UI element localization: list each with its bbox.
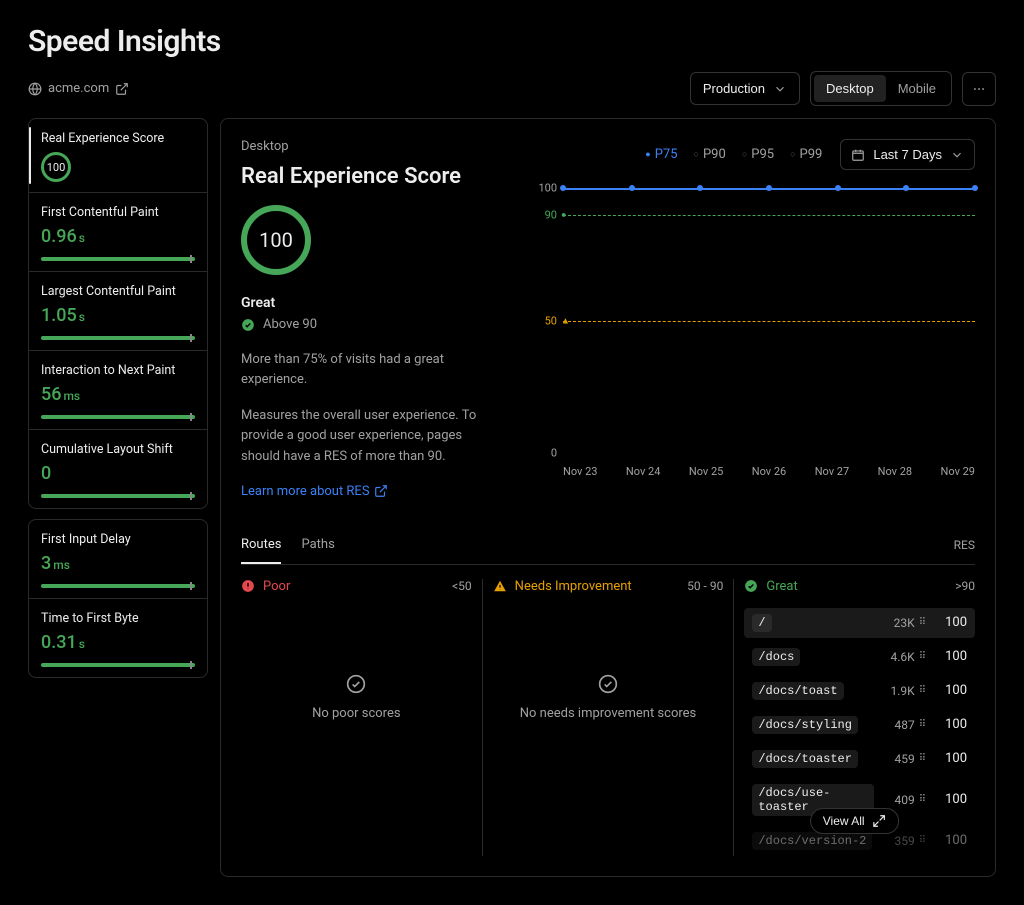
device-label: Desktop bbox=[241, 139, 501, 154]
sparkline-icon: ⠿ bbox=[919, 617, 927, 628]
check-circle-icon bbox=[744, 579, 758, 593]
route-score: 100 bbox=[937, 683, 967, 698]
route-score: 100 bbox=[937, 717, 967, 732]
ellipsis-icon bbox=[972, 82, 986, 96]
percentile-p75[interactable]: P75 bbox=[645, 147, 677, 162]
route-item[interactable]: /docs/toaster 459 ⠿ 100 bbox=[744, 744, 975, 774]
route-score: 100 bbox=[937, 833, 967, 848]
route-path: /docs bbox=[752, 648, 800, 666]
chart-x-axis: Nov 23 Nov 24 Nov 25 Nov 26 Nov 27 Nov 2… bbox=[563, 465, 975, 478]
device-segmented: Desktop Mobile bbox=[810, 71, 952, 106]
metric-bar bbox=[41, 494, 195, 498]
route-count: 409 ⠿ bbox=[894, 793, 927, 807]
route-count: 487 ⠿ bbox=[894, 718, 927, 732]
error-circle-icon bbox=[241, 579, 255, 593]
rating-label: Great bbox=[241, 295, 501, 311]
sparkline-icon: ⠿ bbox=[919, 651, 927, 662]
check-outline-icon bbox=[598, 674, 618, 694]
route-path: / bbox=[752, 614, 771, 632]
sidebar-card-inp[interactable]: Interaction to Next Paint 56ms bbox=[29, 350, 207, 429]
route-score: 100 bbox=[937, 792, 967, 807]
percentile-p95[interactable]: P95 bbox=[742, 147, 774, 162]
sidebar-card-res[interactable]: Real Experience Score 100 bbox=[29, 119, 207, 192]
res-chart: 100 90 50 0 ● ▲ bbox=[531, 188, 975, 478]
domain-text: acme.com bbox=[48, 81, 109, 96]
metric-bar bbox=[41, 336, 195, 340]
sidebar-card-cls[interactable]: Cumulative Layout Shift 0 bbox=[29, 429, 207, 508]
tab-routes[interactable]: Routes bbox=[241, 527, 281, 564]
metric-title: Real Experience Score bbox=[241, 164, 501, 189]
percentile-p90[interactable]: P90 bbox=[694, 147, 726, 162]
warning-triangle-icon bbox=[493, 579, 507, 593]
sidebar-card-ttfb[interactable]: Time to First Byte 0.31s bbox=[29, 598, 207, 677]
res-pill: 100 bbox=[41, 152, 71, 182]
route-path: /docs/toast bbox=[752, 682, 843, 700]
summary-text: More than 75% of visits had a great expe… bbox=[241, 350, 501, 390]
sparkline-icon: ⠿ bbox=[919, 753, 927, 764]
learn-more-link[interactable]: Learn more about RES bbox=[241, 484, 388, 499]
description-text: Measures the overall user experience. To… bbox=[241, 406, 501, 466]
route-count: 1.9K ⠿ bbox=[891, 684, 928, 698]
domain-link[interactable]: acme.com bbox=[28, 81, 129, 96]
sparkline-icon: ⠿ bbox=[919, 835, 927, 846]
check-circle-icon bbox=[241, 318, 255, 332]
route-count: 4.6K ⠿ bbox=[891, 650, 928, 664]
metric-bar bbox=[41, 663, 195, 667]
routes-metric-label: RES bbox=[954, 538, 975, 552]
sidebar-card-lcp[interactable]: Largest Contentful Paint 1.05s bbox=[29, 271, 207, 350]
sidebar-card-fcp[interactable]: First Contentful Paint 0.96s bbox=[29, 192, 207, 271]
route-score: 100 bbox=[937, 615, 967, 630]
check-outline-icon bbox=[346, 674, 366, 694]
sparkline-icon: ⠿ bbox=[919, 794, 927, 805]
page-title: Speed Insights bbox=[28, 24, 996, 59]
route-path: /docs/styling bbox=[752, 716, 858, 734]
date-range-select[interactable]: Last 7 Days bbox=[840, 139, 975, 170]
view-all-button[interactable]: View All bbox=[810, 808, 900, 834]
route-count: 23K ⠿ bbox=[894, 616, 927, 630]
more-menu-button[interactable] bbox=[962, 72, 996, 106]
route-count: 359 ⠿ bbox=[894, 834, 927, 848]
metric-bar bbox=[41, 415, 195, 419]
route-path: /docs/version-2 bbox=[752, 832, 872, 850]
chevron-down-icon bbox=[950, 148, 964, 162]
chevron-down-icon bbox=[773, 82, 787, 96]
device-desktop-tab[interactable]: Desktop bbox=[814, 75, 886, 102]
percentile-p99[interactable]: P99 bbox=[790, 147, 822, 162]
metric-bar bbox=[41, 584, 195, 588]
route-item[interactable]: /docs/toast 1.9K ⠿ 100 bbox=[744, 676, 975, 706]
external-link-icon bbox=[374, 484, 388, 498]
sparkline-icon: ⠿ bbox=[919, 719, 927, 730]
calendar-icon bbox=[851, 148, 865, 162]
route-item[interactable]: / 23K ⠿ 100 bbox=[744, 608, 975, 638]
route-count: 459 ⠿ bbox=[894, 752, 927, 766]
route-item[interactable]: /docs/styling 487 ⠿ 100 bbox=[744, 710, 975, 740]
tab-paths[interactable]: Paths bbox=[301, 527, 334, 564]
route-path: /docs/toaster bbox=[752, 750, 858, 768]
route-item[interactable]: /docs 4.6K ⠿ 100 bbox=[744, 642, 975, 672]
empty-needs: No needs improvement scores bbox=[520, 706, 696, 721]
res-big-pill: 100 bbox=[241, 205, 311, 275]
empty-poor: No poor scores bbox=[312, 706, 401, 721]
route-score: 100 bbox=[937, 649, 967, 664]
device-mobile-tab[interactable]: Mobile bbox=[886, 75, 948, 102]
sparkline-icon: ⠿ bbox=[919, 685, 927, 696]
environment-select[interactable]: Production bbox=[690, 72, 800, 105]
sidebar-card-fid[interactable]: First Input Delay 3ms bbox=[29, 520, 207, 598]
threshold-text: Above 90 bbox=[263, 317, 317, 332]
route-score: 100 bbox=[937, 751, 967, 766]
globe-icon bbox=[28, 82, 42, 96]
external-link-icon bbox=[115, 82, 129, 96]
metric-bar bbox=[41, 257, 195, 261]
expand-icon bbox=[873, 814, 887, 828]
